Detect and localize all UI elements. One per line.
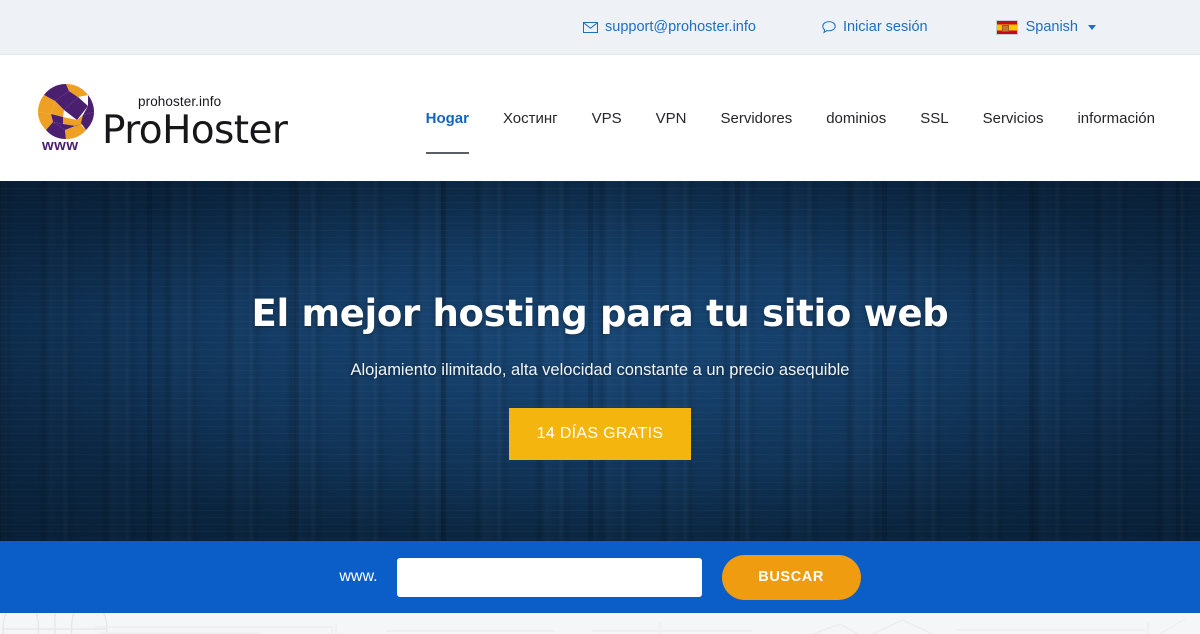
hero-section: El mejor hosting para tu sitio web Aloja… (0, 181, 1200, 541)
nav-item-dominios[interactable]: dominios (809, 110, 903, 127)
main-navigation: Hogar Хостинг VPS VPN Servidores dominio… (409, 110, 1172, 154)
utility-topbar: support@prohoster.info Iniciar sesión Sp… (0, 0, 1200, 55)
logo-brand-text: ProHoster (102, 108, 288, 153)
nav-item-hosting[interactable]: Хостинг (486, 110, 575, 127)
logo-www-text: www (42, 137, 79, 154)
logo-domain-text: prohoster.info (138, 94, 222, 109)
hero-subtitle: Alojamiento ilimitado, alta velocidad co… (350, 361, 850, 379)
nav-item-vps[interactable]: VPS (575, 110, 639, 127)
chevron-down-icon (1088, 24, 1096, 30)
language-selector[interactable]: Spanish (995, 19, 1096, 35)
support-email-link[interactable]: support@prohoster.info (583, 19, 756, 35)
nav-item-hogar[interactable]: Hogar (409, 110, 486, 154)
spain-flag-icon (995, 19, 1018, 35)
nav-item-servicios[interactable]: Servicios (966, 110, 1061, 127)
login-label: Iniciar sesión (842, 19, 928, 35)
speech-bubble-icon (822, 20, 836, 34)
domain-search-bar: www. BUSCAR (0, 541, 1200, 613)
globe-www-icon: www (32, 82, 106, 154)
below-fold-section (0, 613, 1200, 634)
free-trial-cta-button[interactable]: 14 DÍAS GRATIS (508, 408, 692, 460)
support-email-label: support@prohoster.info (605, 19, 756, 35)
site-header: www prohoster.info ProHoster Hogar Хости… (0, 55, 1200, 181)
domain-search-input[interactable] (396, 557, 702, 597)
nav-item-vpn[interactable]: VPN (639, 110, 704, 127)
language-label: Spanish (1025, 19, 1078, 35)
background-illustrations (2, 613, 1186, 634)
logo[interactable]: www prohoster.info ProHoster (32, 82, 288, 154)
nav-item-informacion[interactable]: información (1060, 110, 1172, 127)
nav-item-ssl[interactable]: SSL (903, 110, 965, 127)
envelope-icon (583, 21, 599, 33)
login-link[interactable]: Iniciar sesión (822, 19, 928, 35)
search-button[interactable]: BUSCAR (721, 554, 861, 600)
www-prefix-label: www. (339, 568, 378, 585)
hero-title: El mejor hosting para tu sitio web (251, 292, 949, 335)
nav-item-servidores[interactable]: Servidores (704, 110, 810, 127)
